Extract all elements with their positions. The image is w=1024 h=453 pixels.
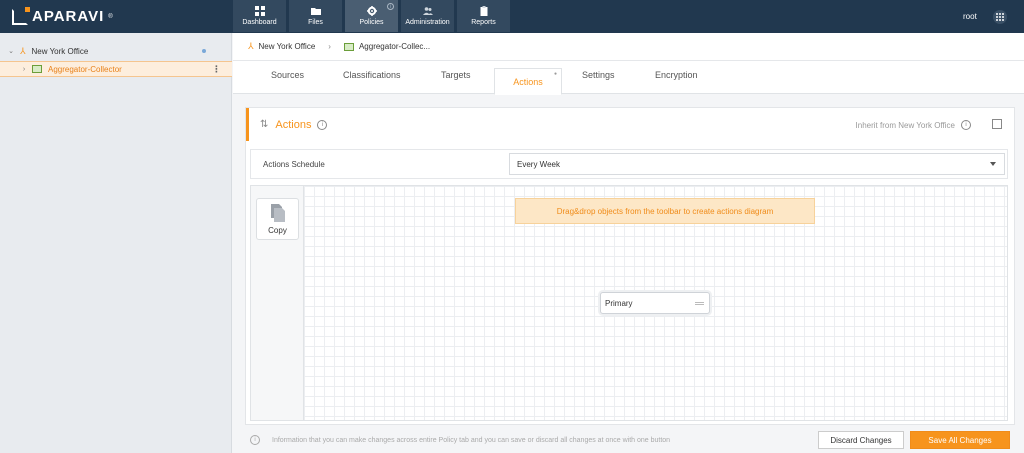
tab-targets[interactable]: Targets xyxy=(441,70,471,94)
actions-panel: ⇅ Actions i Inherit from New York Office… xyxy=(245,107,1015,425)
tree-item-label: New York Office xyxy=(31,46,89,56)
info-icon[interactable]: i xyxy=(387,3,394,10)
tab-sources[interactable]: Sources xyxy=(271,70,304,94)
drag-handle-icon[interactable] xyxy=(695,302,704,305)
tab-classifications[interactable]: Classifications xyxy=(343,70,401,94)
nav-files[interactable]: Files xyxy=(289,0,342,32)
panel-title: Actions xyxy=(275,118,312,131)
tab-encryption[interactable]: Encryption xyxy=(655,70,698,94)
footer-info-text: Information that you can make changes ac… xyxy=(272,436,671,444)
tree-item-new-york-office[interactable]: ⌄ ⅄ New York Office xyxy=(0,43,232,59)
nav-policies[interactable]: i Policies xyxy=(345,0,398,32)
inherit-label: Inherit from New York Office i xyxy=(856,120,971,130)
tab-settings[interactable]: Settings xyxy=(582,70,615,94)
kebab-menu-icon[interactable]: ⋮ xyxy=(212,64,221,75)
brand-name: APARAVI xyxy=(32,8,105,25)
collector-icon xyxy=(343,42,354,51)
apps-grid-icon[interactable] xyxy=(993,10,1007,24)
save-all-changes-button[interactable]: Save All Changes xyxy=(910,431,1010,449)
nav-label: Reports xyxy=(471,19,496,26)
nav-label: Dashboard xyxy=(242,19,277,26)
nav-dashboard[interactable]: Dashboard xyxy=(233,0,286,32)
schedule-select[interactable]: Every Week xyxy=(509,153,1005,175)
nav-administration[interactable]: Administration xyxy=(401,0,454,32)
chevron-down-icon[interactable]: ⌄ xyxy=(7,47,15,55)
top-navigation-bar: APARAVI ® Dashboard Files i Policies Admi… xyxy=(0,0,1024,33)
inherit-text: Inherit from New York Office xyxy=(855,120,955,130)
inherit-checkbox[interactable] xyxy=(992,119,1002,129)
breadcrumb: ⅄ New York Office › Aggregator-Collec... xyxy=(233,33,1024,61)
diagram-canvas[interactable]: Drag&drop objects from the toolbar to cr… xyxy=(304,186,1007,420)
nav-label: Administration xyxy=(405,19,450,26)
breadcrumb-item[interactable]: Aggregator-Collec... xyxy=(359,42,430,51)
main-nav: Dashboard Files i Policies Administratio… xyxy=(233,0,510,32)
gear-icon xyxy=(366,6,377,16)
info-icon[interactable]: i xyxy=(317,119,328,130)
registered-mark: ® xyxy=(108,13,114,20)
panel-header: ⇅ Actions i Inherit from New York Office… xyxy=(246,108,1014,141)
info-icon: i xyxy=(250,435,260,445)
actions-diagram: Copy Drag&drop objects from the toolbar … xyxy=(250,185,1008,421)
chevron-right-icon: › xyxy=(328,42,331,51)
status-dot-icon xyxy=(202,49,206,53)
tab-label: Actions xyxy=(513,76,543,87)
nav-label: Policies xyxy=(359,19,384,26)
logo-mark-icon xyxy=(12,6,30,25)
discard-changes-button[interactable]: Discard Changes xyxy=(818,431,904,449)
schedule-value: Every Week xyxy=(517,159,560,169)
nav-reports[interactable]: Reports xyxy=(457,0,510,32)
info-icon[interactable]: i xyxy=(961,120,971,130)
breadcrumb-item[interactable]: New York Office xyxy=(259,42,316,51)
chevron-right-icon[interactable]: › xyxy=(20,66,28,73)
collector-icon xyxy=(32,65,42,73)
nav-label: Files xyxy=(308,19,323,26)
tab-indicator-icon: ● xyxy=(553,71,557,77)
footer-info: i Information that you can make changes … xyxy=(250,435,670,445)
organization-icon: ⅄ xyxy=(248,41,254,51)
diagram-hint: Drag&drop objects from the toolbar to cr… xyxy=(515,198,815,224)
copy-label: Copy xyxy=(268,225,287,235)
diagram-toolbar: Copy xyxy=(251,186,304,420)
sidebar-tree: ⌄ ⅄ New York Office › Aggregator-Collect… xyxy=(0,33,232,453)
clipboard-icon xyxy=(480,6,487,16)
tree-item-aggregator-collector[interactable]: › Aggregator-Collector ⋮ xyxy=(0,61,232,77)
folder-icon xyxy=(310,8,321,15)
user-name[interactable]: root xyxy=(963,12,977,21)
organization-icon: ⅄ xyxy=(20,45,26,56)
policy-tabs: Sources Classifications Targets Actions … xyxy=(233,61,1024,95)
tab-actions[interactable]: Actions ● xyxy=(494,68,562,95)
copy-tool-button[interactable]: Copy xyxy=(256,198,299,240)
dashboard-icon xyxy=(254,6,265,16)
actions-schedule-row: Actions Schedule Every Week xyxy=(250,149,1008,179)
node-label: Primary xyxy=(605,298,633,308)
tree-item-label: Aggregator-Collector xyxy=(48,64,122,74)
primary-node[interactable]: Primary xyxy=(600,292,710,314)
copy-icon xyxy=(270,203,285,222)
schedule-label: Actions Schedule xyxy=(263,159,325,169)
aparavi-logo[interactable]: APARAVI ® xyxy=(12,6,114,25)
actions-icon: ⇅ xyxy=(260,119,269,130)
dropdown-caret-icon xyxy=(990,162,996,166)
users-icon xyxy=(422,7,433,15)
